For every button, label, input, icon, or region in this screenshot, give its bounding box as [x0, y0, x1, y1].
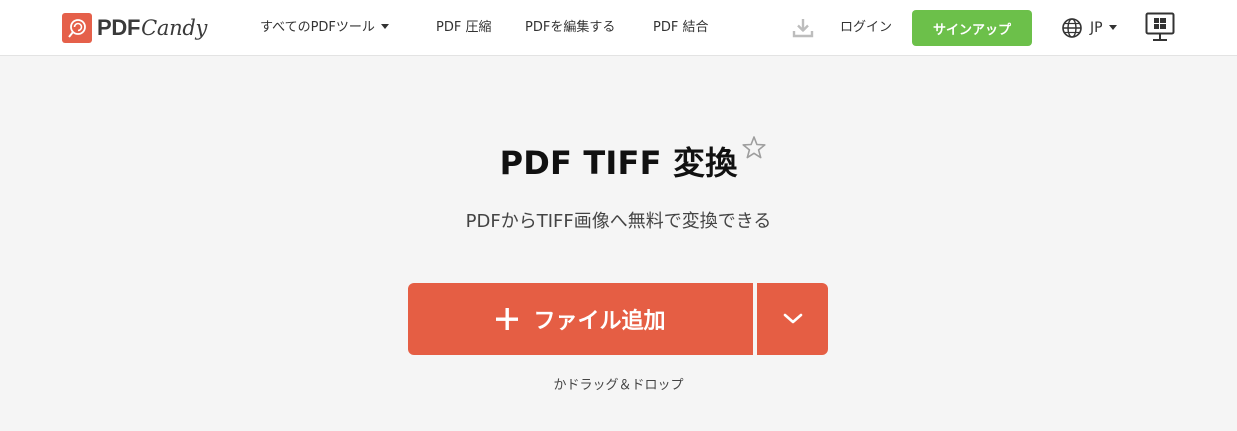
- logo-text: PDFCandy: [97, 15, 208, 40]
- nav-compress-pdf[interactable]: PDF 圧縮: [436, 18, 491, 38]
- pdfcandy-logo[interactable]: PDFCandy: [62, 12, 207, 44]
- download-icon[interactable]: [791, 16, 815, 40]
- page-title: PDF TIFF 変換: [499, 144, 738, 182]
- windows-desktop-icon[interactable]: [1145, 12, 1175, 44]
- add-file-button[interactable]: ファイル追加: [408, 283, 753, 355]
- language-label: JP: [1090, 20, 1103, 36]
- caret-down-icon: [380, 24, 389, 29]
- language-selector[interactable]: JP: [1061, 16, 1117, 40]
- drag-drop-hint: かドラッグ＆ドロップ: [553, 378, 684, 393]
- star-outline-icon[interactable]: [740, 134, 768, 162]
- caret-down-icon: [1108, 24, 1117, 30]
- nav-all-pdf-tools[interactable]: すべてのPDFツール: [260, 18, 389, 38]
- add-file-label: ファイル追加: [533, 309, 666, 334]
- nav-edit-pdf[interactable]: PDFを編集する: [525, 18, 615, 38]
- plus-icon: [496, 308, 519, 330]
- page-subtitle: PDFからTIFF画像へ無料で変換できる: [465, 211, 772, 232]
- globe-icon: [1062, 18, 1082, 38]
- nav-merge-pdf[interactable]: PDF 結合: [653, 18, 708, 38]
- signup-button[interactable]: サインアップ: [912, 10, 1032, 46]
- upload-source-dropdown-button[interactable]: [757, 283, 828, 355]
- chevron-down-icon: [783, 313, 802, 324]
- nav-all-pdf-tools-label: すべてのPDFツール: [260, 20, 375, 35]
- lollipop-logo-icon: [62, 13, 92, 43]
- page-title-row: PDF TIFF 変換: [0, 138, 1237, 184]
- login-link[interactable]: ログイン: [840, 18, 892, 38]
- site-header: PDFCandy すべてのPDFツール PDF 圧縮 PDFを編集する PDF …: [0, 0, 1237, 56]
